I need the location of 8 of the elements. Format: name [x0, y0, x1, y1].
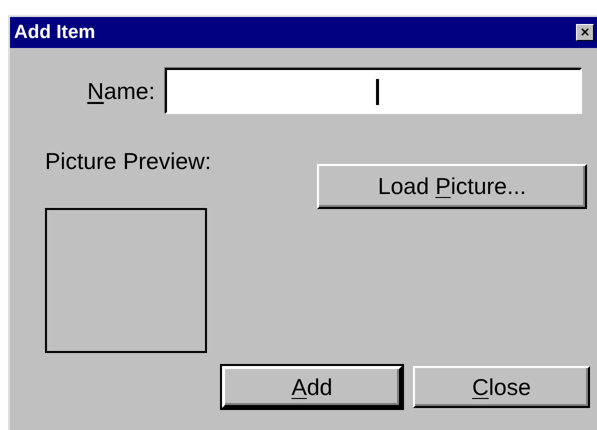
- name-field[interactable]: [165, 68, 582, 114]
- name-label: Name:: [86, 78, 156, 104]
- add-button[interactable]: Add: [222, 366, 402, 408]
- window-title: Add Item: [14, 22, 96, 44]
- picture-preview-label: Picture Preview:: [45, 148, 212, 175]
- close-icon[interactable]: ×: [576, 24, 594, 41]
- load-picture-button[interactable]: Load Picture...: [317, 164, 587, 209]
- close-button[interactable]: Close: [413, 366, 590, 408]
